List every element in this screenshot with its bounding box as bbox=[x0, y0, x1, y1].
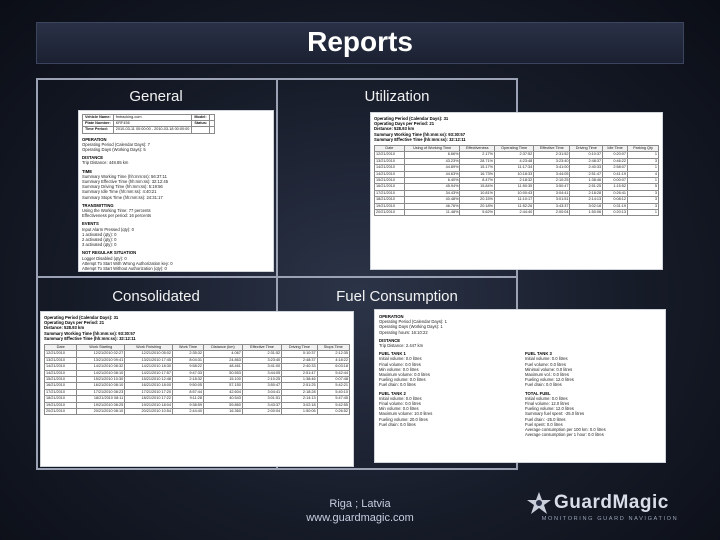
general-report-lines: OPERATION Operating Period (Calendar Days… bbox=[82, 137, 270, 272]
fuel-total-lines: Initial volume: 0.0 litres Final volume: … bbox=[525, 396, 661, 438]
consolidated-table-row: 20/21/2010 20/21/2010 08:10 20/21/2010 10:… bbox=[43, 408, 351, 416]
consolidated-table-cell: 20/21/2010 10:54 bbox=[124, 408, 174, 416]
footer-location: Riga ; Latvia bbox=[329, 498, 391, 510]
label-consolidated: Consolidated bbox=[112, 288, 200, 305]
utilization-table-cell: 1:50:06 bbox=[569, 209, 604, 217]
utilization-table-cell: 2:44:40 bbox=[493, 209, 535, 217]
fuel-tank3-lines: Initial volume: 0.0 litres Fuel volume: 0… bbox=[525, 356, 661, 387]
label-fuel-consumption: Fuel Consumption bbox=[336, 288, 458, 305]
utilization-table-cell: 11.48% bbox=[403, 209, 461, 217]
fuel-total-line: Average consumption per 1 hour: 0.0 litr… bbox=[525, 432, 604, 438]
footer-website[interactable]: www.guardmagic.com bbox=[240, 511, 480, 525]
general-info-cell: Time Period: bbox=[82, 126, 114, 134]
utilization-table-cell: 5.62% bbox=[459, 209, 495, 217]
general-info-cell bbox=[209, 126, 216, 134]
consolidated-table-cell: 1:50:06 bbox=[281, 408, 318, 416]
consolidated-table-cell: 2:00:04 bbox=[241, 408, 283, 416]
logo-tagline: MONITORING GUARD NAVIGATION bbox=[541, 516, 679, 522]
general-info-table: Vehicle Name: fmtracking.com Model: Plate N… bbox=[82, 113, 216, 134]
consolidated-table-cell: 20/21/2010 08:10 bbox=[76, 408, 126, 416]
page-title: Reports bbox=[307, 26, 413, 57]
utilization-table-cell: 2:00:04 bbox=[533, 209, 571, 217]
fuel-tank1-lines: Initial volume: 0.0 litres Final volume: … bbox=[379, 356, 515, 387]
utilization-table: Date Using of Working Time Effectiveness Op… bbox=[374, 144, 659, 217]
consolidated-table-cell: 20/21/2010 bbox=[43, 408, 78, 416]
general-info-cell: 2010-03-11 00:00:00 - 2010-03-18 00:00:0… bbox=[112, 126, 193, 134]
consolidated-table: Date Work Starting Work Finishing Work Time… bbox=[43, 343, 351, 416]
guardmagic-logo: GuardMagic MONITORING GUARD NAVIGATION bbox=[522, 490, 692, 526]
utilization-table-cell: 0:20:13 bbox=[602, 209, 629, 217]
fuel-tank2-line: Fuel drain: 0.0 litres bbox=[379, 421, 416, 427]
fuel-tank2-lines: Initial volume: 0.0 litres Final volume: … bbox=[379, 396, 515, 427]
consolidated-table-cell: 2:44:40 bbox=[172, 408, 204, 416]
utilization-table-cell: 20/21/2010 bbox=[374, 209, 405, 217]
utilization-report: Operating Period (Calendar Days): 31 Oper… bbox=[370, 112, 663, 270]
general-info-cell bbox=[191, 126, 211, 134]
consolidated-summary: Operating Period (Calendar Days): 31 Oper… bbox=[44, 315, 350, 341]
general-info-cell: Vehicle Name: bbox=[82, 113, 114, 122]
footer: Riga ; Latvia www.guardmagic.com bbox=[240, 497, 480, 525]
star-logo-icon bbox=[527, 492, 551, 514]
consolidated-report: Operating Period (Calendar Days): 31 Oper… bbox=[40, 311, 354, 467]
utilization-summary: Operating Period (Calendar Days): 31 Oper… bbox=[374, 116, 659, 142]
utilization-table-cell: 1 bbox=[627, 209, 659, 217]
general-info-cell: Status: bbox=[191, 120, 211, 128]
label-utilization: Utilization bbox=[364, 88, 430, 105]
fuel-report: OPERATION Operating Period (Calendar Day… bbox=[374, 309, 666, 463]
general-info-row: Time Period: 2010-03-11 00:00:00 - 2010-0… bbox=[82, 126, 216, 134]
general-info-cell: Plate Number: bbox=[82, 120, 114, 128]
label-general: General bbox=[129, 88, 183, 105]
frame-divider-horizontal bbox=[36, 276, 518, 278]
consolidated-table-cell: 0:26:52 bbox=[316, 408, 351, 416]
consolidated-table-cell: 16.360 bbox=[203, 408, 243, 416]
logo-wordmark: GuardMagic bbox=[554, 492, 669, 513]
general-line: Attempt To Start Without Authorization (… bbox=[82, 266, 167, 272]
utilization-table-row: 20/21/2010 11.48% 5.62% 2:44:40 2:00:04 1:50:… bbox=[374, 209, 659, 217]
fuel-operation-lines: Operating Period (Calendar Days): 1 Opera… bbox=[379, 319, 661, 335]
general-report: Vehicle Name: fmtracking.com Model: Plate N… bbox=[78, 110, 274, 272]
